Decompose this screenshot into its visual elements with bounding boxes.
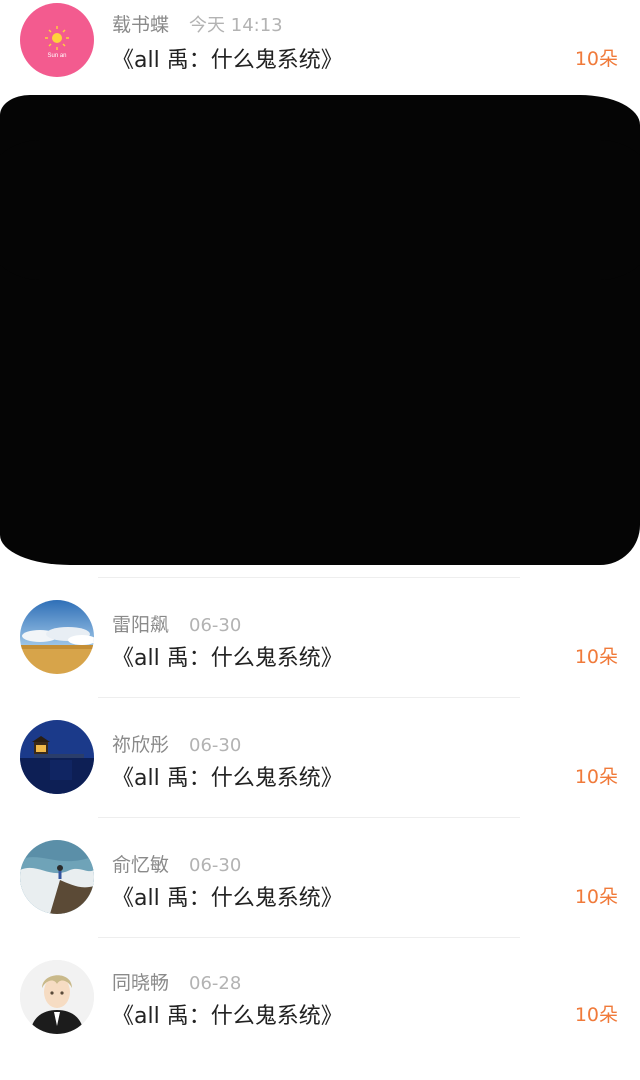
user-name[interactable]: 俞忆敏 xyxy=(112,850,169,877)
book-title[interactable]: 《all 禹：什么鬼系统》 xyxy=(112,640,343,672)
timestamp: 06-28 xyxy=(189,973,242,994)
avatar[interactable] xyxy=(20,600,94,674)
landscape-photo-icon xyxy=(20,600,94,674)
list-item[interactable]: 祢欣彤 06-30 《all 禹：什么鬼系统》 10朵 xyxy=(0,720,640,840)
gift-amount: 10朵 xyxy=(574,48,618,70)
gift-amount: 10朵 xyxy=(574,766,618,788)
user-name[interactable]: 雷阳飙 xyxy=(112,610,169,637)
book-title[interactable]: 《all 禹：什么鬼系统》 xyxy=(112,760,343,792)
sun-icon: Sun an xyxy=(45,26,69,59)
timestamp: 06-30 xyxy=(189,615,242,636)
user-name[interactable]: 祢欣彤 xyxy=(112,730,169,757)
timestamp: 06-30 xyxy=(189,855,242,876)
meta: 载书蝶 今天 14:13 xyxy=(112,10,283,37)
book-title[interactable]: 《all 禹：什么鬼系统》 xyxy=(112,880,343,912)
divider xyxy=(98,577,520,578)
beach-photo-icon xyxy=(20,840,94,914)
gift-amount: 10朵 xyxy=(574,886,618,908)
divider xyxy=(98,937,520,938)
gift-amount: 10朵 xyxy=(574,1004,618,1026)
gift-amount: 10朵 xyxy=(574,646,618,668)
divider xyxy=(98,817,520,818)
avatar[interactable] xyxy=(20,840,94,914)
list-item[interactable]: 俞忆敏 06-30 《all 禹：什么鬼系统》 10朵 xyxy=(0,840,640,960)
book-title[interactable]: 《all 禹：什么鬼系统》 xyxy=(112,42,343,74)
redacted-region-overlay xyxy=(0,140,640,280)
divider xyxy=(98,697,520,698)
user-name[interactable]: 同晓畅 xyxy=(112,968,169,995)
meta: 祢欣彤 06-30 xyxy=(112,730,241,757)
avatar[interactable] xyxy=(20,720,94,794)
meta: 雷阳飙 06-30 xyxy=(112,610,241,637)
night-pier-photo-icon xyxy=(20,720,94,794)
list-item[interactable]: 同晓畅 06-28 《all 禹：什么鬼系统》 10朵 xyxy=(0,960,640,1080)
meta: 俞忆敏 06-30 xyxy=(112,850,241,877)
avatar-caption: Sun an xyxy=(47,53,66,59)
anime-avatar-icon xyxy=(20,960,94,1034)
book-title[interactable]: 《all 禹：什么鬼系统》 xyxy=(112,998,343,1030)
timestamp: 06-30 xyxy=(189,735,242,756)
timestamp: 今天 14:13 xyxy=(189,15,283,36)
avatar[interactable]: Sun an xyxy=(20,3,94,77)
list-item[interactable]: 雷阳飙 06-30 《all 禹：什么鬼系统》 10朵 xyxy=(0,600,640,720)
user-name[interactable]: 载书蝶 xyxy=(112,10,169,37)
avatar[interactable] xyxy=(20,960,94,1034)
meta: 同晓畅 06-28 xyxy=(112,968,241,995)
